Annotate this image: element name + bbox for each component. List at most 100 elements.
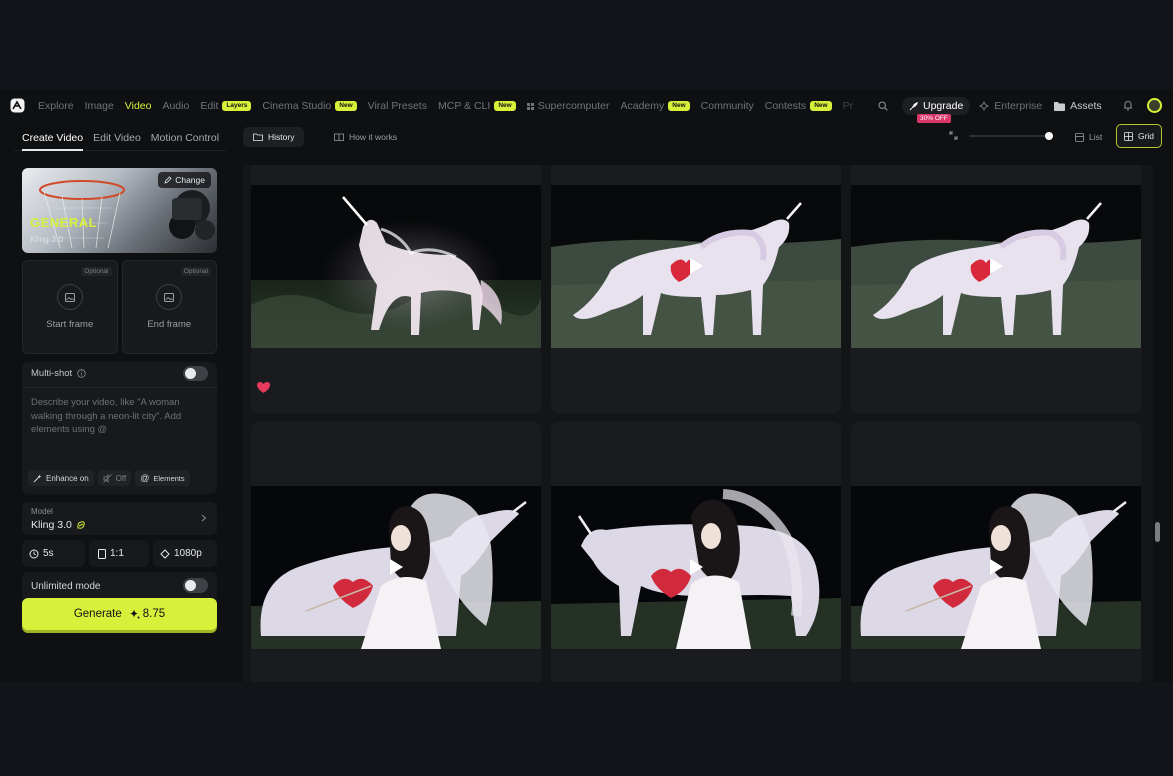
view-list-button[interactable]: List [1075,127,1102,147]
enhance-toggle[interactable]: Enhance on [28,470,94,486]
model-label: Model [31,507,53,516]
enterprise-link[interactable]: Enterprise [979,100,1042,112]
unlimited-toggle[interactable] [183,578,208,593]
nav-image[interactable]: Image [85,100,114,112]
multishot-toggle[interactable] [183,366,208,381]
play-icon[interactable] [687,256,705,276]
video-gallery [243,165,1153,682]
nav-contests[interactable]: Contests New [765,100,832,112]
chevron-right-icon [201,514,207,522]
main-nav: Explore Image Video Audio Edit Layers Cin… [38,90,864,122]
nav-more-truncated[interactable]: Pr [843,100,854,112]
credits: 8.75 [129,608,165,620]
supercomputer-icon [526,102,534,110]
model-selector[interactable]: Model Kling 3.0 [22,502,217,535]
new-badge: New [668,101,690,111]
elements-button[interactable]: @ Elements [135,470,190,486]
aspect-ratio-selector[interactable]: 1:1 [89,540,149,567]
generate-label: Generate [73,608,122,620]
duration-value: 5s [43,548,54,559]
search-icon[interactable] [878,101,888,111]
duration-selector[interactable]: 5s [22,540,85,567]
video-thumbnail[interactable] [251,486,541,649]
nav-mcp-label: MCP & CLI [437,100,491,112]
video-thumbnail[interactable] [851,185,1141,348]
video-thumbnail[interactable] [851,486,1141,649]
tab-create-video[interactable]: Create Video [22,126,84,151]
expand-icon[interactable] [949,131,958,140]
assets-link[interactable]: Assets [1054,100,1102,112]
how-label: How it works [349,132,398,142]
video-card[interactable] [551,422,841,682]
unlimited-mode-row: Unlimited mode [22,572,217,598]
upgrade-button[interactable]: Upgrade 30% OFF [902,97,971,123]
view-grid-button[interactable]: Grid [1116,124,1162,148]
ratio-value: 1:1 [110,548,124,559]
generate-button[interactable]: Generate 8.75 [22,598,217,630]
resolution-selector[interactable]: 1080p [153,540,217,567]
video-card[interactable] [851,165,1141,413]
prompt-input[interactable]: Describe your video, like "A woman walki… [31,396,206,437]
top-navigation: Explore Image Video Audio Edit Layers Cin… [0,90,1173,123]
video-card[interactable] [251,165,541,413]
start-frame-label: Start frame [46,319,94,330]
nav-viral-presets[interactable]: Viral Presets [368,100,427,112]
bell-icon[interactable] [1123,100,1133,111]
video-card[interactable] [551,165,841,413]
nav-cinema-studio[interactable]: Cinema Studio New [262,100,357,112]
change-button[interactable]: Change [158,172,211,188]
nav-super-label: Supercomputer [537,100,610,112]
scrollbar-thumb[interactable] [1155,522,1160,542]
frame-inputs: Optional Start frame Optional End frame [22,260,217,354]
tab-history[interactable]: History [243,127,305,147]
sparkle-icon [129,609,140,619]
favorite-heart-icon[interactable] [256,381,271,394]
tab-motion-control[interactable]: Motion Control [151,126,219,150]
kling-logo-icon [77,521,85,529]
video-card[interactable] [251,422,541,682]
grid-label: Grid [1137,131,1155,141]
nav-mcp-cli[interactable]: MCP & CLI New [438,100,516,112]
audio-off-toggle[interactable]: Off [97,470,132,486]
unlimited-label: Unlimited mode [31,581,101,592]
app-logo-icon[interactable] [10,98,25,113]
preset-subtitle: Kling 3.0 [30,234,64,244]
new-badge: New [335,101,357,111]
start-frame-upload[interactable]: Optional Start frame [22,260,118,354]
grid-icon [1124,131,1133,141]
info-icon[interactable] [77,369,86,378]
tab-edit-video[interactable]: Edit Video [93,126,141,150]
nav-academy[interactable]: Academy New [620,100,690,112]
play-icon[interactable] [987,256,1005,276]
nav-video[interactable]: Video [125,100,152,112]
video-thumbnail[interactable] [551,185,841,348]
avatar[interactable] [1147,98,1162,113]
nav-edit[interactable]: Edit Layers [200,100,252,112]
nav-supercomputer[interactable]: Supercomputer [526,100,610,112]
video-thumbnail[interactable] [551,486,841,649]
zoom-slider[interactable] [969,132,1053,140]
list-label: List [1089,132,1103,142]
at-icon: @ [140,473,150,483]
video-card[interactable] [851,422,1141,682]
play-icon[interactable] [387,557,405,577]
multishot-row: Multi-shot [31,368,86,379]
nav-audio[interactable]: Audio [162,100,189,112]
play-icon[interactable] [987,557,1005,577]
gallery-scrollbar[interactable] [1154,165,1161,682]
preset-card[interactable]: Change GENERAL Kling 3.0 [22,168,217,253]
sidebar: Create Video Edit Video Motion Control C… [14,126,226,682]
video-thumbnail[interactable] [251,185,541,348]
nav-explore[interactable]: Explore [38,100,74,112]
rocket-icon [909,102,918,111]
tab-how-it-works[interactable]: How it works [324,127,407,147]
zoom-slider-knob[interactable] [1045,132,1053,140]
end-frame-upload[interactable]: Optional End frame [121,260,217,354]
play-icon[interactable] [687,557,705,577]
clock-icon [29,549,39,558]
nav-community[interactable]: Community [701,100,754,112]
model-value-row: Kling 3.0 [31,519,86,531]
model-value: Kling 3.0 [31,519,72,531]
right-nav: Upgrade 30% OFF Enterprise Assets [876,90,1114,123]
multishot-label: Multi-shot [31,368,73,379]
